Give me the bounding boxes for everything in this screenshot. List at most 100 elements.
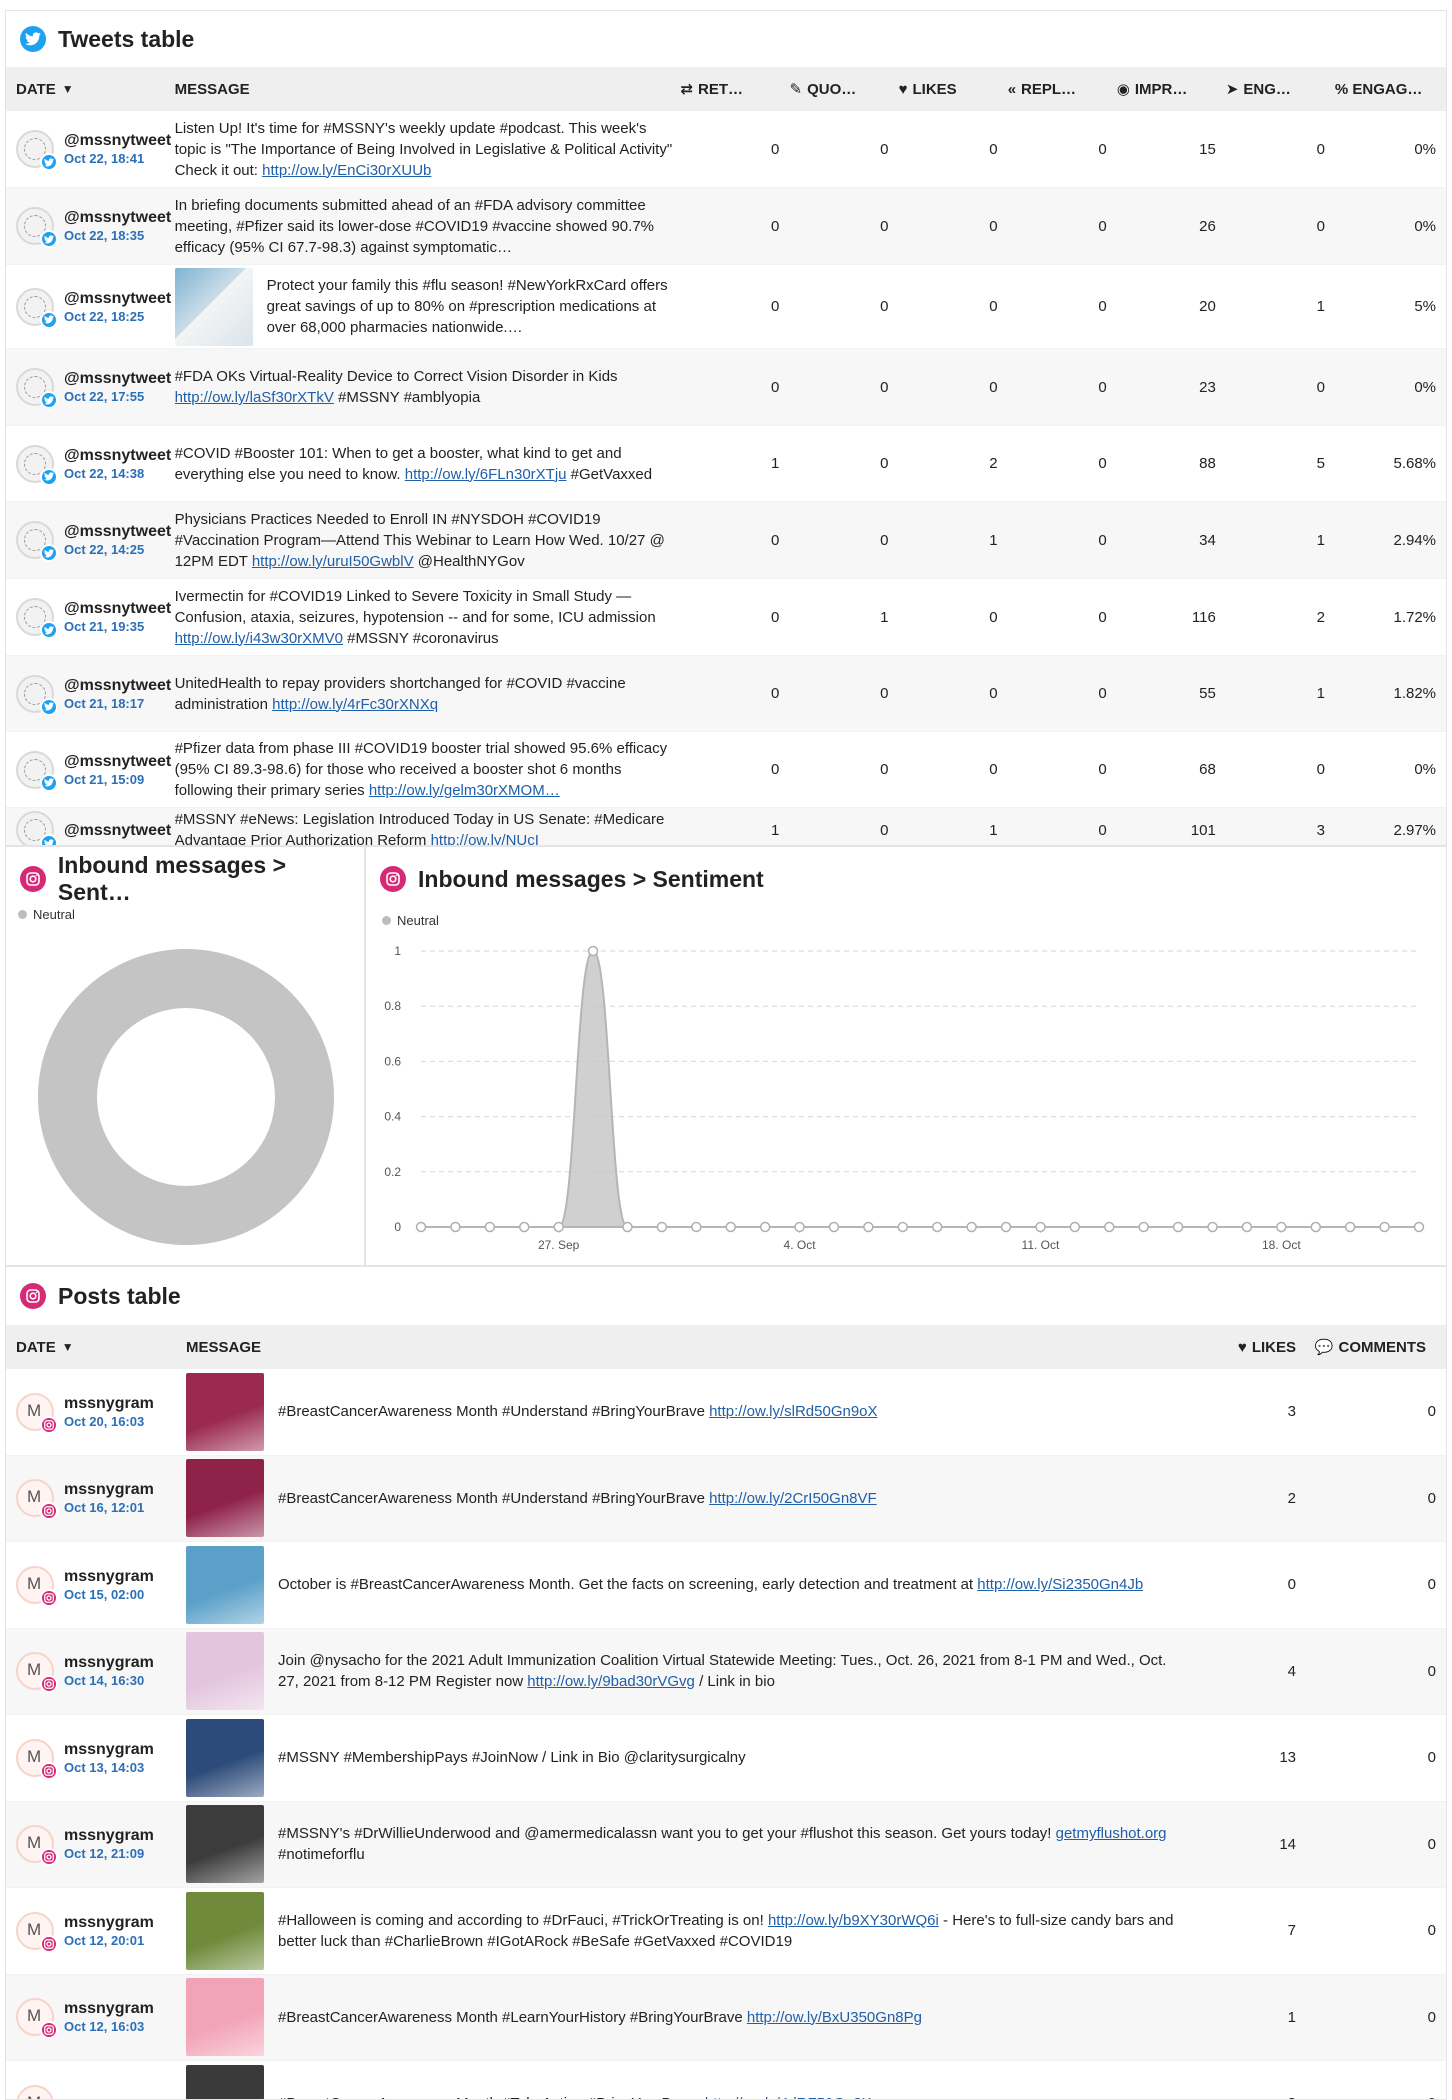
- col-comments[interactable]: 💬 COMMENTS: [1306, 1338, 1446, 1357]
- data-point[interactable]: [1104, 1221, 1115, 1233]
- avatar[interactable]: [16, 130, 58, 171]
- post-media-thumbnail[interactable]: [186, 1805, 264, 1884]
- data-point[interactable]: [897, 1221, 909, 1233]
- post-date[interactable]: Oct 13, 14:03: [64, 1759, 154, 1776]
- table-row[interactable]: @mssnytweet Oct 22, 18:25 Protect your fam…: [6, 265, 1446, 349]
- avatar[interactable]: [16, 674, 58, 716]
- tweet-link[interactable]: http://ow.ly/gelm30rXMOM…: [369, 782, 560, 799]
- data-point[interactable]: [553, 1221, 564, 1233]
- post-date[interactable]: Oct 21, 15:09: [64, 771, 171, 788]
- post-date[interactable]: Oct 21, 18:17: [64, 695, 171, 712]
- author-handle[interactable]: mssnygram: [64, 1653, 154, 1672]
- post-date[interactable]: Oct 12, 20:01: [64, 1932, 154, 1949]
- data-point[interactable]: [518, 1221, 530, 1233]
- tweet-link[interactable]: http://ow.ly/i43w30rXMV0: [175, 630, 343, 647]
- table-row[interactable]: Mmssnygram Oct 12, 20:01 #Halloween is com…: [6, 1888, 1446, 1975]
- post-link[interactable]: getmyflushot.org: [1056, 1825, 1167, 1842]
- tweet-link[interactable]: http://ow.ly/laSf30rXTkV: [175, 389, 334, 406]
- post-media-thumbnail[interactable]: [186, 1545, 264, 1624]
- post-media-thumbnail[interactable]: [186, 1718, 264, 1797]
- author-handle[interactable]: mssnygram: [64, 1480, 154, 1499]
- author-handle[interactable]: mssnygram: [64, 1567, 154, 1586]
- author-handle[interactable]: mssnygram: [64, 1913, 154, 1932]
- author-handle[interactable]: @mssnytweet: [64, 676, 171, 695]
- table-row[interactable]: Mmssnygram Oct 15, 02:00 October is #Breas…: [6, 1542, 1446, 1629]
- table-row[interactable]: @mssnytweet Oct 22, 18:35 In briefing docu…: [6, 188, 1446, 265]
- author-handle[interactable]: @mssnytweet: [64, 369, 171, 388]
- post-media-thumbnail[interactable]: [186, 1372, 264, 1451]
- data-point[interactable]: [587, 945, 599, 957]
- author-handle[interactable]: @mssnytweet: [64, 446, 171, 465]
- data-point[interactable]: [691, 1221, 702, 1233]
- author-handle[interactable]: mssnygram: [64, 2094, 154, 2099]
- post-date[interactable]: Oct 15, 02:00: [64, 1586, 154, 1603]
- table-row[interactable]: Mmssnygram #BreastCancerAwareness Month #…: [6, 2061, 1446, 2099]
- post-link[interactable]: http://ow.ly/9bad30rVGvg: [527, 1673, 695, 1690]
- post-date[interactable]: Oct 12, 21:09: [64, 1845, 154, 1862]
- avatar[interactable]: M: [16, 1565, 58, 1607]
- post-date[interactable]: Oct 14, 16:30: [64, 1672, 154, 1689]
- donut-slice-neutral[interactable]: [38, 949, 334, 1245]
- table-row[interactable]: Mmssnygram Oct 16, 12:01 #BreastCancerAwar…: [6, 1455, 1446, 1542]
- data-point[interactable]: [1069, 1221, 1081, 1233]
- table-row[interactable]: @mssnytweet Oct 21, 18:17 UnitedHealth to …: [6, 656, 1446, 732]
- author-handle[interactable]: @mssnytweet: [64, 289, 171, 308]
- col-retweets[interactable]: ⇄ RET…: [680, 80, 789, 99]
- avatar[interactable]: M: [16, 1392, 58, 1434]
- data-point[interactable]: [622, 1221, 633, 1233]
- donut-legend-item[interactable]: Neutral: [18, 907, 75, 922]
- data-point[interactable]: [1000, 1221, 1012, 1233]
- table-row[interactable]: Mmssnygram Oct 12, 21:09 #MSSNY's #DrWilli…: [6, 1801, 1446, 1888]
- data-point[interactable]: [725, 1221, 736, 1233]
- post-link[interactable]: http://ow.ly/slRd50Gn9oX: [709, 1403, 877, 1420]
- data-point[interactable]: [1379, 1221, 1390, 1233]
- avatar[interactable]: [16, 811, 58, 845]
- author-handle[interactable]: @mssnytweet: [64, 131, 171, 150]
- col-likes[interactable]: ♥ LIKES: [1196, 1339, 1306, 1356]
- table-row[interactable]: @mssnytweet Oct 22, 14:38 #COVID #Booster …: [6, 426, 1446, 502]
- author-handle[interactable]: @mssnytweet: [64, 752, 171, 771]
- author-handle[interactable]: mssnygram: [64, 1394, 154, 1413]
- tweet-link[interactable]: http://ow.ly/6FLn30rXTju: [405, 466, 567, 483]
- data-point[interactable]: [484, 1221, 496, 1233]
- data-point[interactable]: [1207, 1221, 1218, 1233]
- post-date[interactable]: Oct 12, 16:03: [64, 2018, 154, 2035]
- post-link[interactable]: http://ow.ly/BxU350Gn8Pg: [747, 2009, 922, 2026]
- table-row[interactable]: @mssnytweet Oct 22, 14:25 Physicians Pract…: [6, 502, 1446, 579]
- avatar[interactable]: [16, 287, 58, 329]
- post-date[interactable]: Oct 22, 14:25: [64, 541, 171, 558]
- area-legend-item[interactable]: Neutral: [382, 913, 439, 928]
- author-handle[interactable]: mssnygram: [64, 1826, 154, 1845]
- data-point[interactable]: [828, 1221, 840, 1233]
- author-handle[interactable]: @mssnytweet: [64, 821, 171, 840]
- col-date[interactable]: DATE ▼: [6, 1339, 186, 1356]
- author-handle[interactable]: @mssnytweet: [64, 208, 171, 227]
- avatar[interactable]: [16, 521, 58, 562]
- table-row[interactable]: Mmssnygram Oct 13, 14:03 #MSSNY #Membershi…: [6, 1715, 1446, 1802]
- post-media-thumbnail[interactable]: [186, 2064, 264, 2099]
- data-point[interactable]: [450, 1221, 461, 1233]
- post-date[interactable]: Oct 22, 17:55: [64, 388, 171, 405]
- tweet-media-thumbnail[interactable]: [174, 267, 253, 346]
- post-date[interactable]: Oct 22, 14:38: [64, 465, 171, 482]
- area-series-neutral[interactable]: [421, 949, 1419, 1228]
- col-date[interactable]: DATE ▼: [6, 81, 175, 98]
- data-point[interactable]: [1344, 1221, 1356, 1233]
- avatar[interactable]: [16, 207, 58, 248]
- post-media-thumbnail[interactable]: [186, 1978, 264, 2057]
- table-row[interactable]: @mssnytweet Oct 21, 19:35 Ivermectin for #…: [6, 579, 1446, 656]
- data-point[interactable]: [931, 1221, 943, 1233]
- col-quotes[interactable]: ✎ QUO…: [790, 80, 899, 99]
- data-point[interactable]: [1413, 1221, 1425, 1233]
- post-link[interactable]: http://ow.ly/4dRF50Gn8Ku: [705, 2095, 880, 2099]
- data-point[interactable]: [759, 1221, 771, 1233]
- avatar[interactable]: M: [16, 1652, 58, 1694]
- table-row[interactable]: @mssnytweet #MSSNY #eNews: Legislation In…: [6, 808, 1446, 845]
- post-link[interactable]: http://ow.ly/2CrI50Gn8VF: [709, 1490, 877, 1507]
- post-date[interactable]: Oct 22, 18:35: [64, 227, 171, 244]
- post-date[interactable]: Oct 22, 18:25: [64, 308, 171, 325]
- col-message[interactable]: MESSAGE: [175, 81, 681, 98]
- post-link[interactable]: http://ow.ly/b9XY30rWQ6i: [768, 1912, 939, 1929]
- avatar[interactable]: M: [16, 1825, 58, 1867]
- post-link[interactable]: http://ow.ly/Si2350Gn4Jb: [977, 1576, 1143, 1593]
